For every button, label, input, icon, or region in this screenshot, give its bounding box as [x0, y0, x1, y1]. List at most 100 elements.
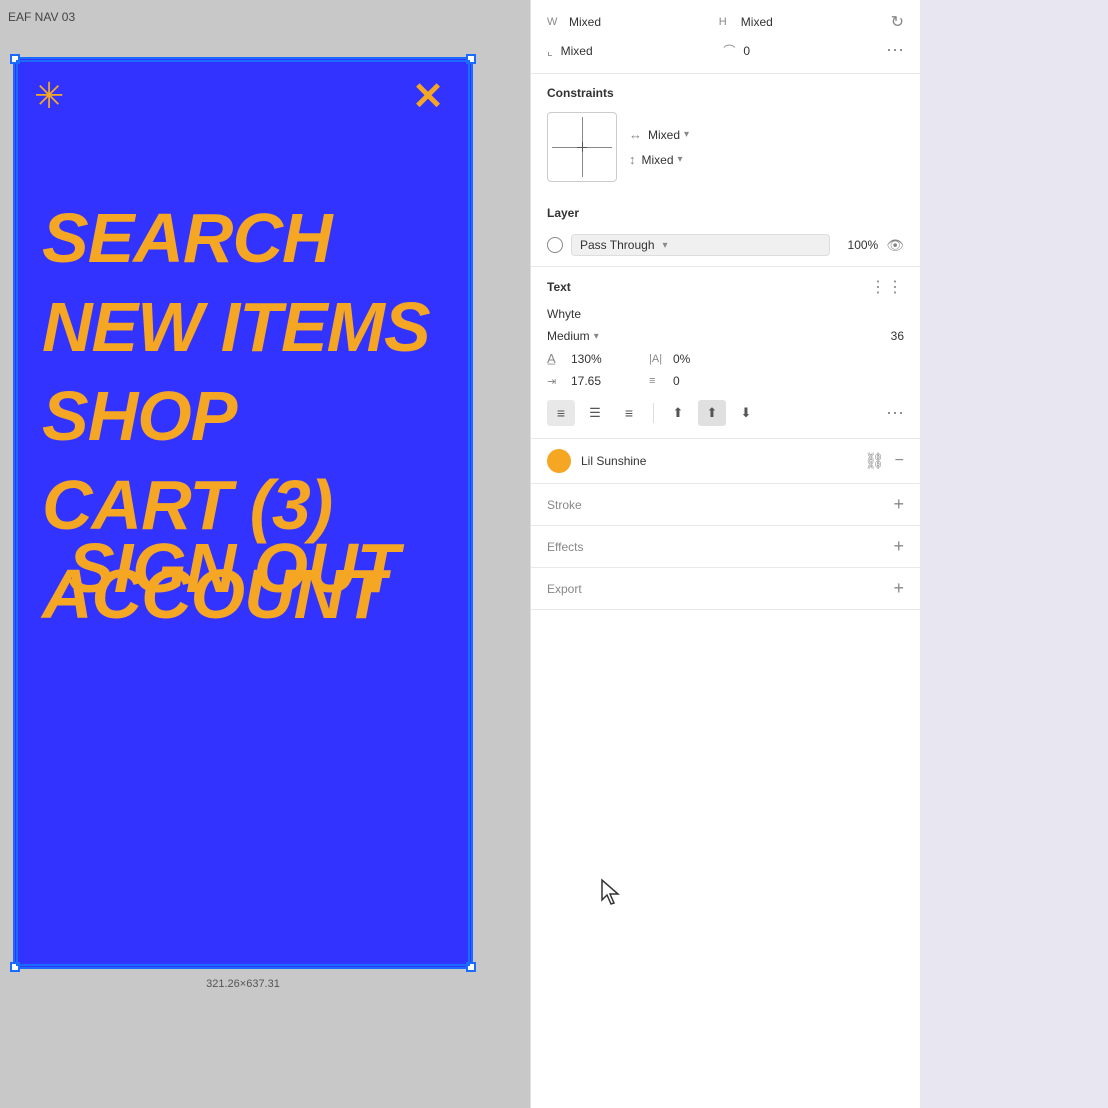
stroke-label: Stroke	[547, 498, 582, 512]
constraint-h-value: Mixed	[648, 128, 680, 142]
frame-dimensions: 321.26×637.31	[206, 978, 280, 990]
dimensions-section: W Mixed H Mixed ↻ ⌞ Mixed ⌒ 0 ⋯	[531, 0, 920, 74]
layer-title: Layer	[547, 206, 579, 220]
letter-spacing-value[interactable]: 0%	[673, 352, 723, 366]
text-options-icon[interactable]: ⋮⋮	[870, 277, 904, 297]
paragraph-spacing-value[interactable]: 0	[673, 374, 723, 388]
text-align-row: ≡ ☰ ≡ ⬆ ⬆ ⬇ ⋯	[531, 392, 920, 438]
frame-label: EAF NAV 03	[8, 10, 75, 24]
rotation-icon: ↻	[891, 12, 904, 32]
text-more-icon[interactable]: ⋯	[886, 403, 904, 424]
constraints-section: Constraints ↔ Mixed ▾	[531, 74, 920, 194]
nav-item-new-items[interactable]: NEW ITEMS	[42, 289, 430, 366]
letter-spacing-icon: |A|	[649, 353, 665, 365]
fill-actions: ⛓ −	[864, 451, 904, 471]
align-bottom-button[interactable]: ⬇	[732, 400, 760, 426]
radius-icon: ⌒	[723, 42, 735, 59]
layer-opacity-value[interactable]: 100%	[838, 238, 878, 252]
properties-panel: W Mixed H Mixed ↻ ⌞ Mixed ⌒ 0 ⋯ Constrai…	[530, 0, 920, 1108]
constraint-v-dropdown[interactable]: Mixed ▾	[642, 153, 683, 167]
layer-section: Layer Pass Through ▾ 100% 👁	[531, 194, 920, 267]
paragraph-spacing-icon: ≡	[649, 375, 665, 387]
line-height-value[interactable]: 130%	[571, 352, 621, 366]
effects-label: Effects	[547, 540, 583, 554]
font-size-value[interactable]: 36	[891, 329, 904, 343]
mixed-radius-row: ⌞ Mixed ⌒ 0 ⋯	[547, 40, 904, 61]
font-weight-chevron-icon: ▾	[594, 331, 599, 342]
constraint-v-arrow-icon: ↕	[629, 152, 636, 167]
line-height-row: A̲ 130% |A| 0%	[531, 347, 920, 370]
font-family-value[interactable]: Whyte	[547, 307, 581, 321]
text-section: Text ⋮⋮ Whyte Medium ▾ 36 A̲ 130% |A| 0%	[531, 267, 920, 439]
handle-top-left[interactable]	[10, 54, 20, 64]
align-divider	[653, 403, 654, 423]
width-height-row: W Mixed H Mixed ↻	[547, 12, 904, 32]
unlink-icon[interactable]: ⛓	[864, 451, 884, 471]
left-panel: EAF NAV 03 ✳ ✕ SEARCH NEW ITEMS SHOP CAR…	[0, 0, 530, 1108]
add-export-icon[interactable]: +	[893, 578, 904, 599]
layer-row: Pass Through ▾ 100% 👁	[531, 228, 920, 266]
width-label: W	[547, 16, 561, 28]
align-top-button[interactable]: ⬆	[664, 400, 692, 426]
mixed-value[interactable]: Mixed	[561, 44, 696, 58]
nav-item-shop[interactable]: SHOP	[42, 378, 430, 455]
constraint-v-row: ↕ Mixed ▾	[629, 152, 904, 167]
layer-mode-value: Pass Through	[580, 238, 655, 252]
height-label: H	[719, 16, 733, 28]
fill-name-value: Lil Sunshine	[581, 454, 854, 468]
layer-header: Layer	[531, 194, 920, 228]
constraints-right: ↔ Mixed ▾ ↕ Mixed ▾	[629, 127, 904, 167]
font-family-row: Whyte	[531, 303, 920, 325]
height-value[interactable]: Mixed	[741, 15, 883, 29]
add-effect-icon[interactable]: +	[893, 536, 904, 557]
close-icon[interactable]: ✕	[412, 78, 444, 116]
nav-menu: SEARCH NEW ITEMS SHOP CART (3) ACCOUNT S…	[42, 200, 430, 633]
constraints-row: ↔ Mixed ▾ ↕ Mixed ▾	[531, 108, 920, 194]
align-left-button[interactable]: ≡	[547, 400, 575, 426]
text-section-title: Text	[547, 280, 571, 294]
baseline-icon: ⇥	[547, 375, 563, 388]
blend-mode-icon	[547, 237, 563, 253]
export-row: Export +	[547, 578, 904, 599]
more-options-icon[interactable]: ⋯	[886, 40, 904, 61]
constraint-h-dropdown[interactable]: Mixed ▾	[648, 128, 689, 142]
right-strip	[920, 0, 1108, 1108]
nav-item-sign-out[interactable]: SIGN OUT	[68, 530, 398, 607]
constraint-h-row: ↔ Mixed ▾	[629, 127, 904, 142]
handle-bottom-right[interactable]	[466, 962, 476, 972]
text-header: Text ⋮⋮	[531, 267, 920, 303]
snowflake-icon: ✳	[34, 78, 64, 114]
handle-bottom-left[interactable]	[10, 962, 20, 972]
effects-section: Effects +	[531, 526, 920, 568]
line-height-icon: A̲	[547, 351, 563, 366]
font-weight-size-row: Medium ▾ 36	[531, 325, 920, 347]
radius-value[interactable]: 0	[743, 44, 878, 58]
nav-frame[interactable]: ✳ ✕ SEARCH NEW ITEMS SHOP CART (3) ACCOU…	[14, 58, 472, 968]
stroke-row: Stroke +	[547, 494, 904, 515]
width-value[interactable]: Mixed	[569, 15, 711, 29]
font-weight-dropdown[interactable]: Medium ▾	[547, 329, 599, 343]
constraint-h-arrow-icon: ↔	[629, 127, 642, 142]
fill-color-swatch[interactable]	[547, 449, 571, 473]
chevron-down-icon: ▾	[684, 129, 689, 140]
font-weight-value: Medium	[547, 329, 590, 343]
constraints-widget[interactable]	[547, 112, 617, 182]
visibility-icon[interactable]: 👁	[886, 237, 904, 254]
layer-mode-chevron-icon: ▾	[663, 240, 668, 251]
remove-fill-icon[interactable]: −	[895, 452, 904, 470]
constraint-crosshair	[577, 142, 587, 152]
nav-item-search[interactable]: SEARCH	[42, 200, 430, 277]
align-center-button[interactable]: ☰	[581, 400, 609, 426]
constraint-v-value: Mixed	[642, 153, 674, 167]
stroke-section: Stroke +	[531, 484, 920, 526]
align-right-button[interactable]: ≡	[615, 400, 643, 426]
baseline-value[interactable]: 17.65	[571, 374, 621, 388]
fill-row: Lil Sunshine ⛓ −	[547, 449, 904, 473]
add-stroke-icon[interactable]: +	[893, 494, 904, 515]
align-middle-button[interactable]: ⬆	[698, 400, 726, 426]
layer-mode-dropdown[interactable]: Pass Through ▾	[571, 234, 830, 256]
fill-section: Lil Sunshine ⛓ −	[531, 439, 920, 484]
export-label: Export	[547, 582, 582, 596]
right-panel: W Mixed H Mixed ↻ ⌞ Mixed ⌒ 0 ⋯ Constrai…	[530, 0, 1108, 1108]
handle-top-right[interactable]	[466, 54, 476, 64]
